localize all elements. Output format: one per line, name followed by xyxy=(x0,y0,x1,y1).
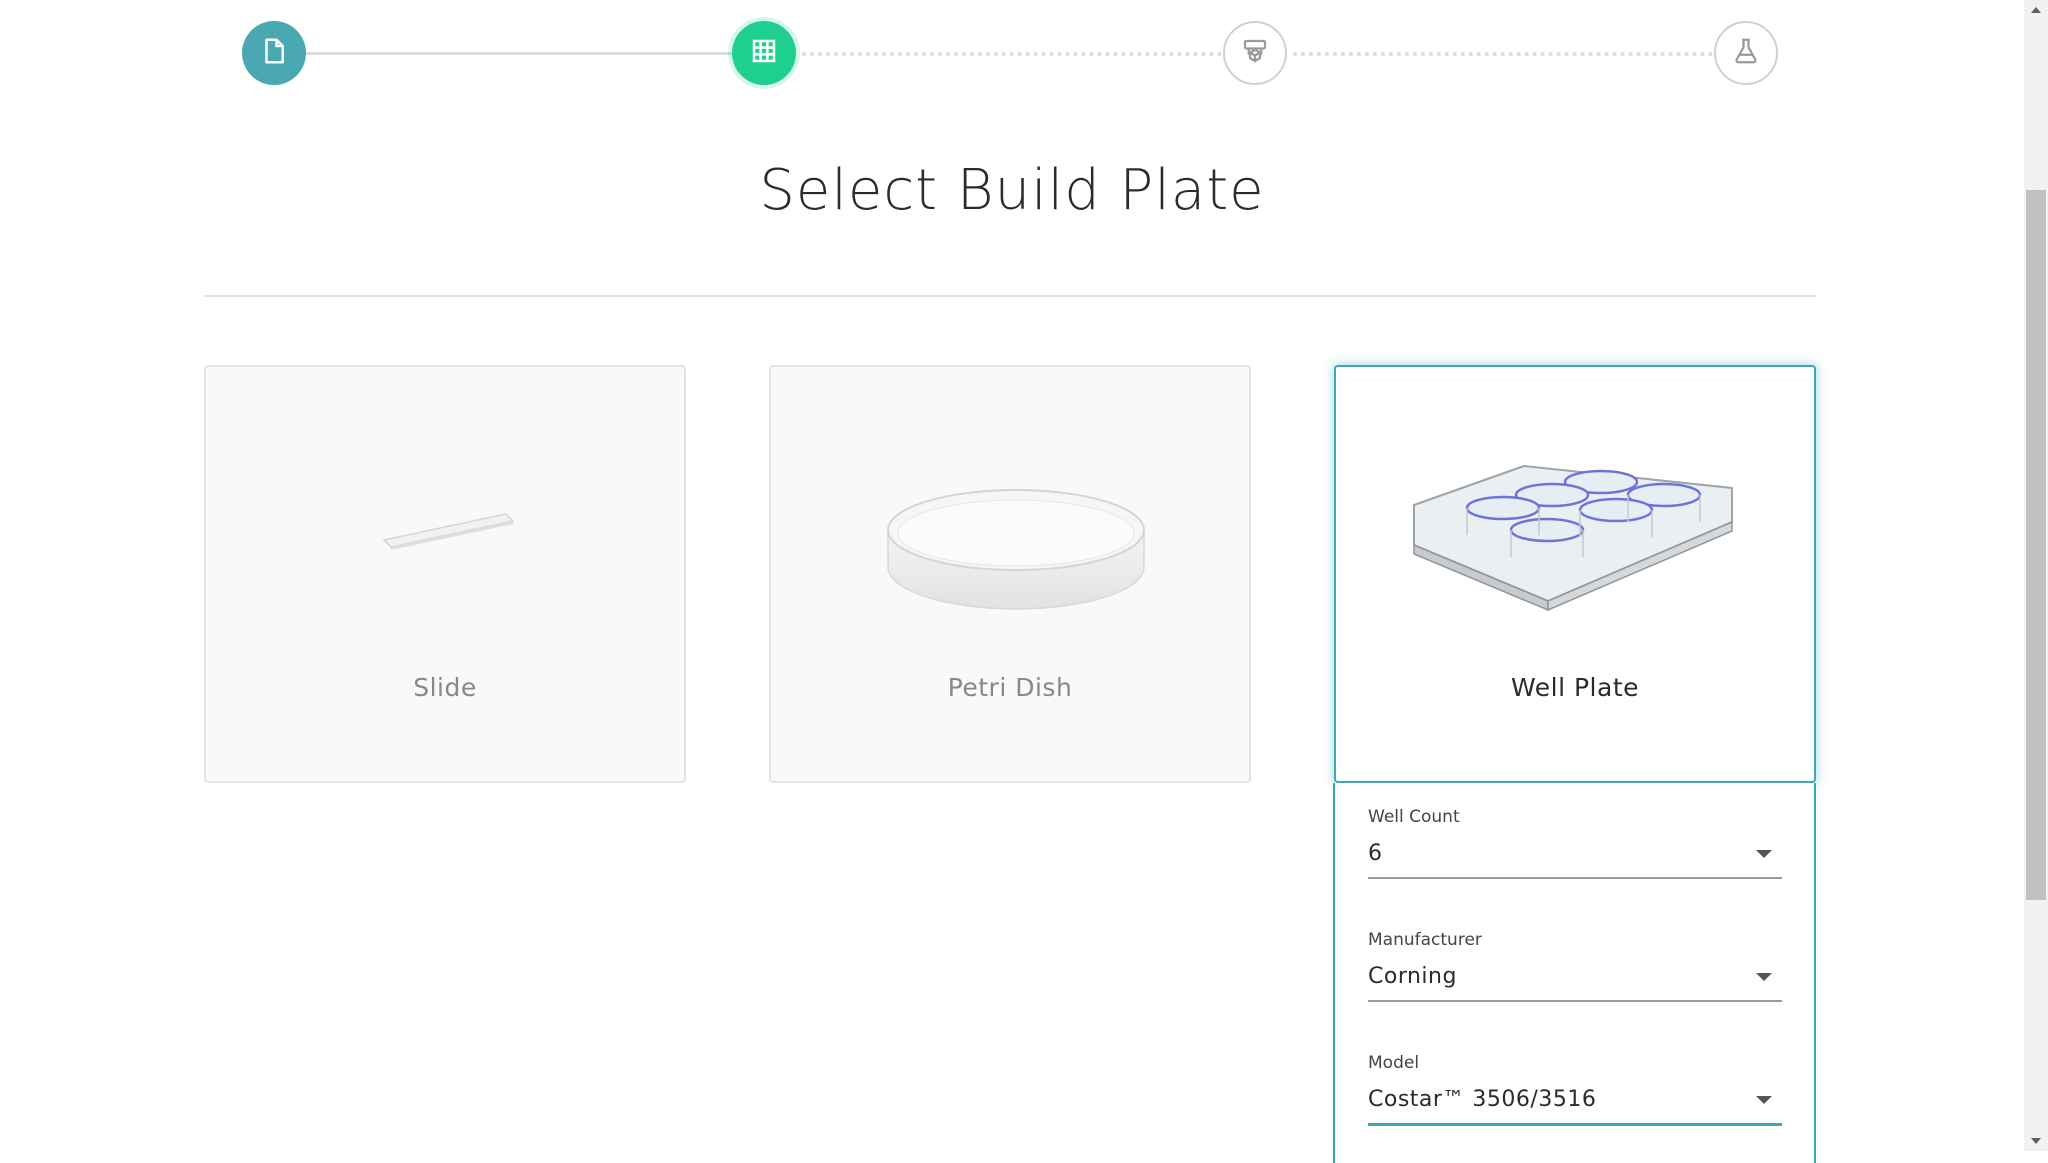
scroll-down-icon[interactable] xyxy=(2031,1138,2041,1144)
step-2-button[interactable] xyxy=(732,21,796,85)
model-field: Model Costar™ 3506/3516 xyxy=(1368,1053,1782,1126)
plate-label: Slide xyxy=(413,673,477,702)
well-plate-options-panel: Well Count 6 Manufacturer Corning Model … xyxy=(1333,783,1816,1163)
grid-icon xyxy=(749,36,779,70)
progress-stepper xyxy=(0,0,2024,110)
page-title: Select Build Plate xyxy=(759,158,1265,223)
scroll-up-icon[interactable] xyxy=(2031,7,2041,13)
dropdown-arrow-icon xyxy=(1756,1096,1772,1104)
model-select[interactable]: Costar™ 3506/3516 xyxy=(1368,1085,1782,1126)
plate-card-slide[interactable]: Slide xyxy=(204,365,686,783)
manufacturer-label: Manufacturer xyxy=(1368,930,1482,950)
vertical-scrollbar[interactable] xyxy=(2024,0,2048,1151)
plate-card-petri-dish[interactable]: Petri Dish xyxy=(769,365,1251,783)
printer-icon xyxy=(1240,36,1270,70)
step-3-button[interactable] xyxy=(1223,21,1287,85)
plate-card-well-plate[interactable]: Well Plate xyxy=(1334,365,1816,783)
stepper-connector-complete xyxy=(305,52,765,55)
model-label: Model xyxy=(1368,1053,1420,1073)
well-count-field: Well Count 6 xyxy=(1368,807,1782,879)
plate-label: Petri Dish xyxy=(947,673,1073,702)
step-1-button[interactable] xyxy=(242,21,306,85)
scrollbar-thumb[interactable] xyxy=(2026,190,2046,900)
title-divider xyxy=(204,295,1817,297)
slide-image xyxy=(206,367,684,667)
flask-icon xyxy=(1731,36,1761,70)
well-plate-image xyxy=(1336,367,1814,667)
stepper-connector-pending xyxy=(1293,52,1713,56)
model-value: Costar™ 3506/3516 xyxy=(1368,1087,1597,1112)
stepper-connector-pending xyxy=(802,52,1222,56)
plate-label: Well Plate xyxy=(1511,673,1639,702)
dropdown-arrow-icon xyxy=(1756,850,1772,858)
petri-dish-image xyxy=(771,367,1249,667)
step-4-button[interactable] xyxy=(1714,21,1778,85)
dropdown-arrow-icon xyxy=(1756,973,1772,981)
well-count-value: 6 xyxy=(1368,841,1383,866)
manufacturer-value: Corning xyxy=(1368,964,1457,989)
well-count-select[interactable]: 6 xyxy=(1368,839,1782,879)
manufacturer-select[interactable]: Corning xyxy=(1368,962,1782,1002)
document-icon xyxy=(259,36,289,70)
well-count-label: Well Count xyxy=(1368,807,1460,827)
manufacturer-field: Manufacturer Corning xyxy=(1368,930,1782,1002)
